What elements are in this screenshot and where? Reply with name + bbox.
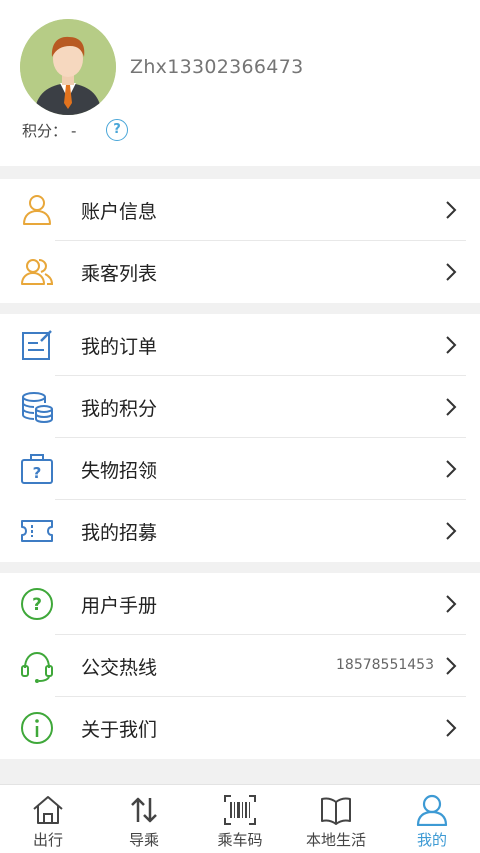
- chevron-right-icon: [446, 336, 457, 354]
- barcode-icon: [224, 795, 256, 825]
- menu-item-label: 乘客列表: [81, 263, 158, 285]
- tab-label: 出行: [32, 831, 63, 849]
- menu-item-my-recruitment[interactable]: 我的招募: [0, 500, 480, 562]
- tab-label: 我的: [416, 831, 447, 849]
- service-menu-group: 我的订单 我的积分 ? 失物招领 我的招募: [0, 314, 480, 562]
- menu-item-label: 失物招领: [81, 460, 158, 482]
- passengers-icon: [21, 259, 54, 285]
- help-menu-group: ? 用户手册 公交热线 18578551453 关于我们: [0, 573, 480, 759]
- info-icon: [21, 712, 53, 744]
- username: Zhx13302366473: [130, 56, 304, 78]
- menu-item-lost-and-found[interactable]: ? 失物招领: [0, 438, 480, 500]
- user-icon: [23, 195, 51, 225]
- menu-item-label: 我的积分: [81, 398, 158, 420]
- chevron-right-icon: [446, 522, 457, 540]
- book-icon: [321, 797, 351, 825]
- points-label: 积分：: [22, 122, 68, 140]
- points-help-icon[interactable]: ?: [106, 119, 128, 141]
- points-value: -: [71, 121, 77, 140]
- hotline-number: 18578551453: [336, 657, 434, 673]
- menu-item-my-orders[interactable]: 我的订单: [0, 314, 480, 376]
- chevron-right-icon: [446, 719, 457, 737]
- menu-item-label: 关于我们: [81, 719, 158, 741]
- chevron-right-icon: [446, 263, 457, 281]
- menu-item-passenger-list[interactable]: 乘客列表: [0, 241, 480, 303]
- menu-item-label: 公交热线: [81, 657, 158, 679]
- avatar[interactable]: [20, 19, 116, 115]
- menu-item-about-us[interactable]: 关于我们: [0, 697, 480, 759]
- chevron-right-icon: [446, 398, 457, 416]
- tab-label: 乘车码: [217, 831, 263, 849]
- ticket-icon: [21, 520, 53, 542]
- tab-label: 本地生活: [305, 831, 366, 849]
- chevron-right-icon: [446, 657, 457, 675]
- svg-text:?: ?: [32, 595, 42, 615]
- tab-label: 导乘: [128, 831, 159, 849]
- chevron-right-icon: [446, 460, 457, 478]
- tab-mine[interactable]: 我的: [384, 785, 480, 853]
- headset-icon: [21, 651, 53, 683]
- svg-text:?: ?: [33, 464, 42, 482]
- menu-item-bus-hotline[interactable]: 公交热线 18578551453: [0, 635, 480, 697]
- menu-item-label: 我的招募: [81, 522, 158, 544]
- tab-travel[interactable]: 出行: [0, 785, 96, 853]
- question-icon: ?: [21, 588, 53, 620]
- menu-item-label: 我的订单: [81, 336, 158, 358]
- profile-header: Zhx13302366473 积分： - ?: [0, 0, 480, 166]
- profile-icon: [416, 794, 448, 826]
- lost-found-icon: ?: [21, 454, 53, 484]
- points: 积分： -: [22, 120, 76, 141]
- menu-item-account-info[interactable]: 账户信息: [0, 179, 480, 241]
- transfer-arrows-icon: [131, 797, 157, 823]
- tab-local-life[interactable]: 本地生活: [288, 785, 384, 853]
- bottom-tab-bar: 出行 导乘 乘车码 本地生活 我的: [0, 784, 480, 853]
- menu-item-my-points[interactable]: 我的积分: [0, 376, 480, 438]
- database-icon: [22, 392, 53, 424]
- tab-guide[interactable]: 导乘: [96, 785, 192, 853]
- tab-ride-code[interactable]: 乘车码: [192, 785, 288, 853]
- menu-item-user-manual[interactable]: ? 用户手册: [0, 573, 480, 635]
- order-icon: [22, 330, 52, 360]
- menu-item-label: 用户手册: [81, 595, 158, 617]
- home-icon: [33, 796, 63, 824]
- chevron-right-icon: [446, 201, 457, 219]
- menu-item-label: 账户信息: [81, 201, 158, 223]
- account-menu-group: 账户信息 乘客列表: [0, 179, 480, 303]
- chevron-right-icon: [446, 595, 457, 613]
